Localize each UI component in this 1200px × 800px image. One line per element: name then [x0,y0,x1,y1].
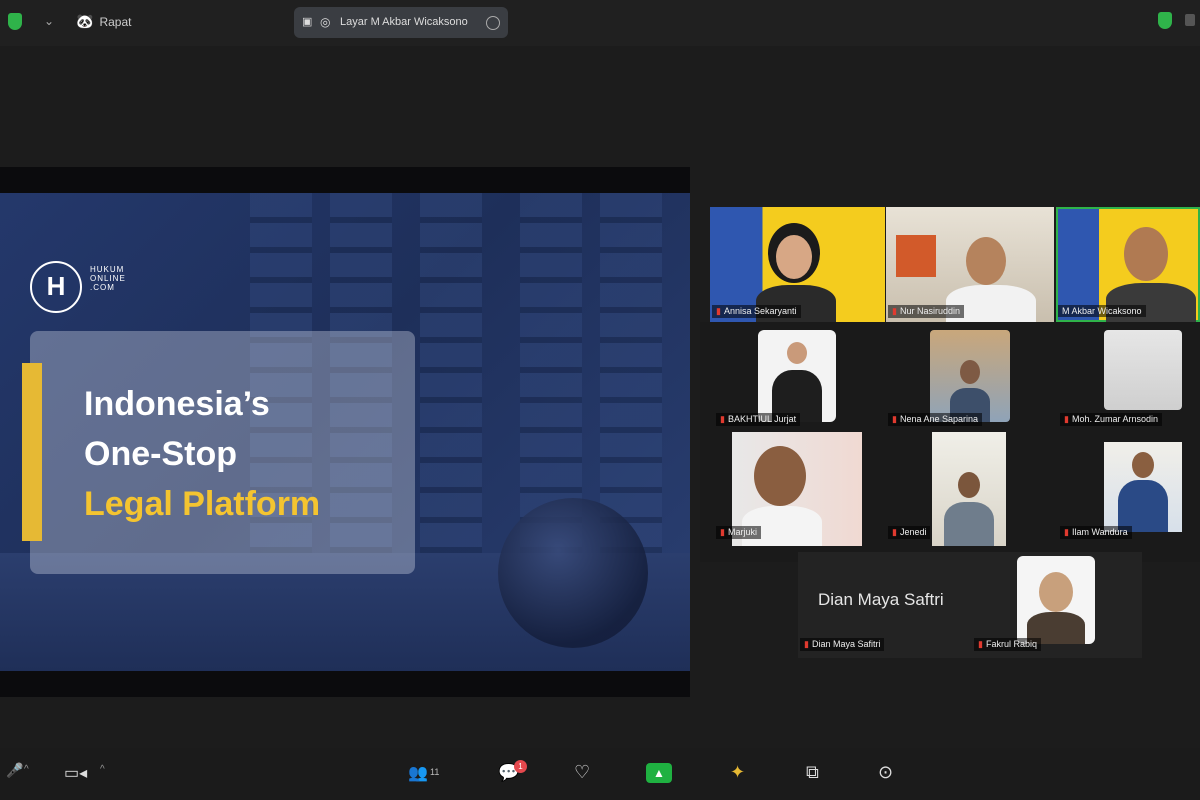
view-button[interactable]: 🐼 Rapat [76,13,131,30]
screen-share-label: Layar M Akbar Wicaksono [340,16,468,28]
participant-name: ▮ Moh. Zumar Arnsodin [1060,413,1162,426]
participant-name: ▮ Dian Maya Safitri [800,638,885,651]
participant-face [960,360,980,384]
chevron-up-icon[interactable]: ^ [24,764,29,775]
sharing-icon: ◎ [320,15,331,29]
background-object [896,235,936,277]
bookshelf-decoration [420,193,482,553]
participant-name: ▮ Fakrul Rabiq [974,638,1041,651]
encryption-icon[interactable] [1158,12,1172,29]
participants-count: 11 [430,767,440,777]
participant-face [1124,227,1168,281]
slide-title-line1: Indonesia’s [84,385,270,423]
participant-face [958,472,980,498]
participant-face [1039,572,1073,612]
presentation-slide: H HUKUM ONLINE .COM Indonesia’s One-Stop… [0,193,690,671]
participant-tile[interactable] [930,330,1010,422]
slide-title: Indonesia’s One-Stop Legal Platform [84,379,404,529]
slide-title-line3: Legal Platform [84,485,321,523]
video-camera-icon[interactable]: ▭◂ [64,763,87,783]
chat-badge: 1 [514,760,527,773]
scale-decoration [498,498,648,648]
share-screen-icon[interactable]: ▲ [646,763,672,783]
participant-name: M Akbar Wicaksono [1058,305,1146,317]
bookshelf-decoration [600,193,662,553]
accent-bar [22,363,42,541]
participant-face [754,446,806,506]
mic-muted-icon: ▮ [1064,414,1069,424]
logo-text: HUKUM ONLINE .COM [90,265,126,292]
mic-muted-icon: ▮ [716,306,721,316]
mic-muted-icon: ▮ [892,306,897,316]
mic-muted-icon: ▮ [978,639,983,649]
security-shield-icon[interactable] [8,13,22,30]
microphone-icon[interactable]: 🎤 [6,762,23,779]
screen-share-indicator[interactable]: ▣ ◎ Layar M Akbar Wicaksono [294,7,508,38]
mic-muted-icon: ▮ [804,639,809,649]
mic-muted-icon: ▮ [892,414,897,424]
camera-icon: ▣ [302,16,313,28]
mic-muted-icon: ▮ [720,414,725,424]
participant-body [1118,480,1168,532]
view-label: Rapat [99,15,132,29]
participant-face [1132,452,1154,478]
chevron-up-icon[interactable]: ^ [100,764,105,775]
participant-name: ▮ Nur Nasiruddin [888,305,964,318]
mic-muted-icon: ▮ [1064,527,1069,537]
shared-screen: H HUKUM ONLINE .COM Indonesia’s One-Stop… [0,167,690,697]
participant-name: ▮ BAKHTIUL Jurjat [716,413,801,426]
ai-companion-icon[interactable]: ✦ [730,762,745,783]
reactions-icon[interactable]: ♡ [574,762,590,783]
participant-tile[interactable] [758,330,836,422]
participant-tile[interactable] [1104,442,1182,532]
participant-tile[interactable]: ▮ Nur Nasiruddin [886,207,1054,322]
apps-icon[interactable]: ⧉ [806,762,819,783]
options-icon[interactable] [486,16,500,30]
slide-title-line2: One-Stop [84,435,237,473]
active-speaker-tile[interactable]: M Akbar Wicaksono [1056,207,1200,322]
mic-muted-icon: ▮ [720,527,725,537]
chevron-down-icon[interactable]: ⌄ [44,14,54,28]
view-options-icon[interactable] [1185,14,1195,26]
panda-icon: 🐼 [76,13,94,29]
participant-face [787,342,807,364]
participant-name: ▮ Annisa Sekaryanti [712,305,801,318]
meeting-toolbar [0,748,1200,800]
participant-tile[interactable] [1104,330,1182,410]
participant-face [776,235,812,279]
hukumonline-logo: H [30,261,82,313]
participant-name-placeholder: Dian Maya Saftri [818,590,944,609]
participant-tile[interactable]: ▮ Annisa Sekaryanti [710,207,885,322]
participant-tile[interactable] [1017,556,1095,644]
participant-face [966,237,1006,285]
more-icon[interactable]: ⊙ [878,762,893,783]
participant-name: ▮ Ilam Wandura [1060,526,1132,539]
participant-body [944,502,994,546]
top-bar: ⌄ 🐼 Rapat ▣ ◎ Layar M Akbar Wicaksono [0,0,1200,46]
mic-muted-icon: ▮ [892,527,897,537]
participant-name: ▮ Jenedi [888,526,931,539]
participant-name: ▮ Nena Ane Saparina [888,413,983,426]
participant-name: ▮ Marjuki [716,526,761,539]
participants-icon[interactable]: 👥 [408,763,428,783]
participant-tile[interactable] [932,432,1006,546]
